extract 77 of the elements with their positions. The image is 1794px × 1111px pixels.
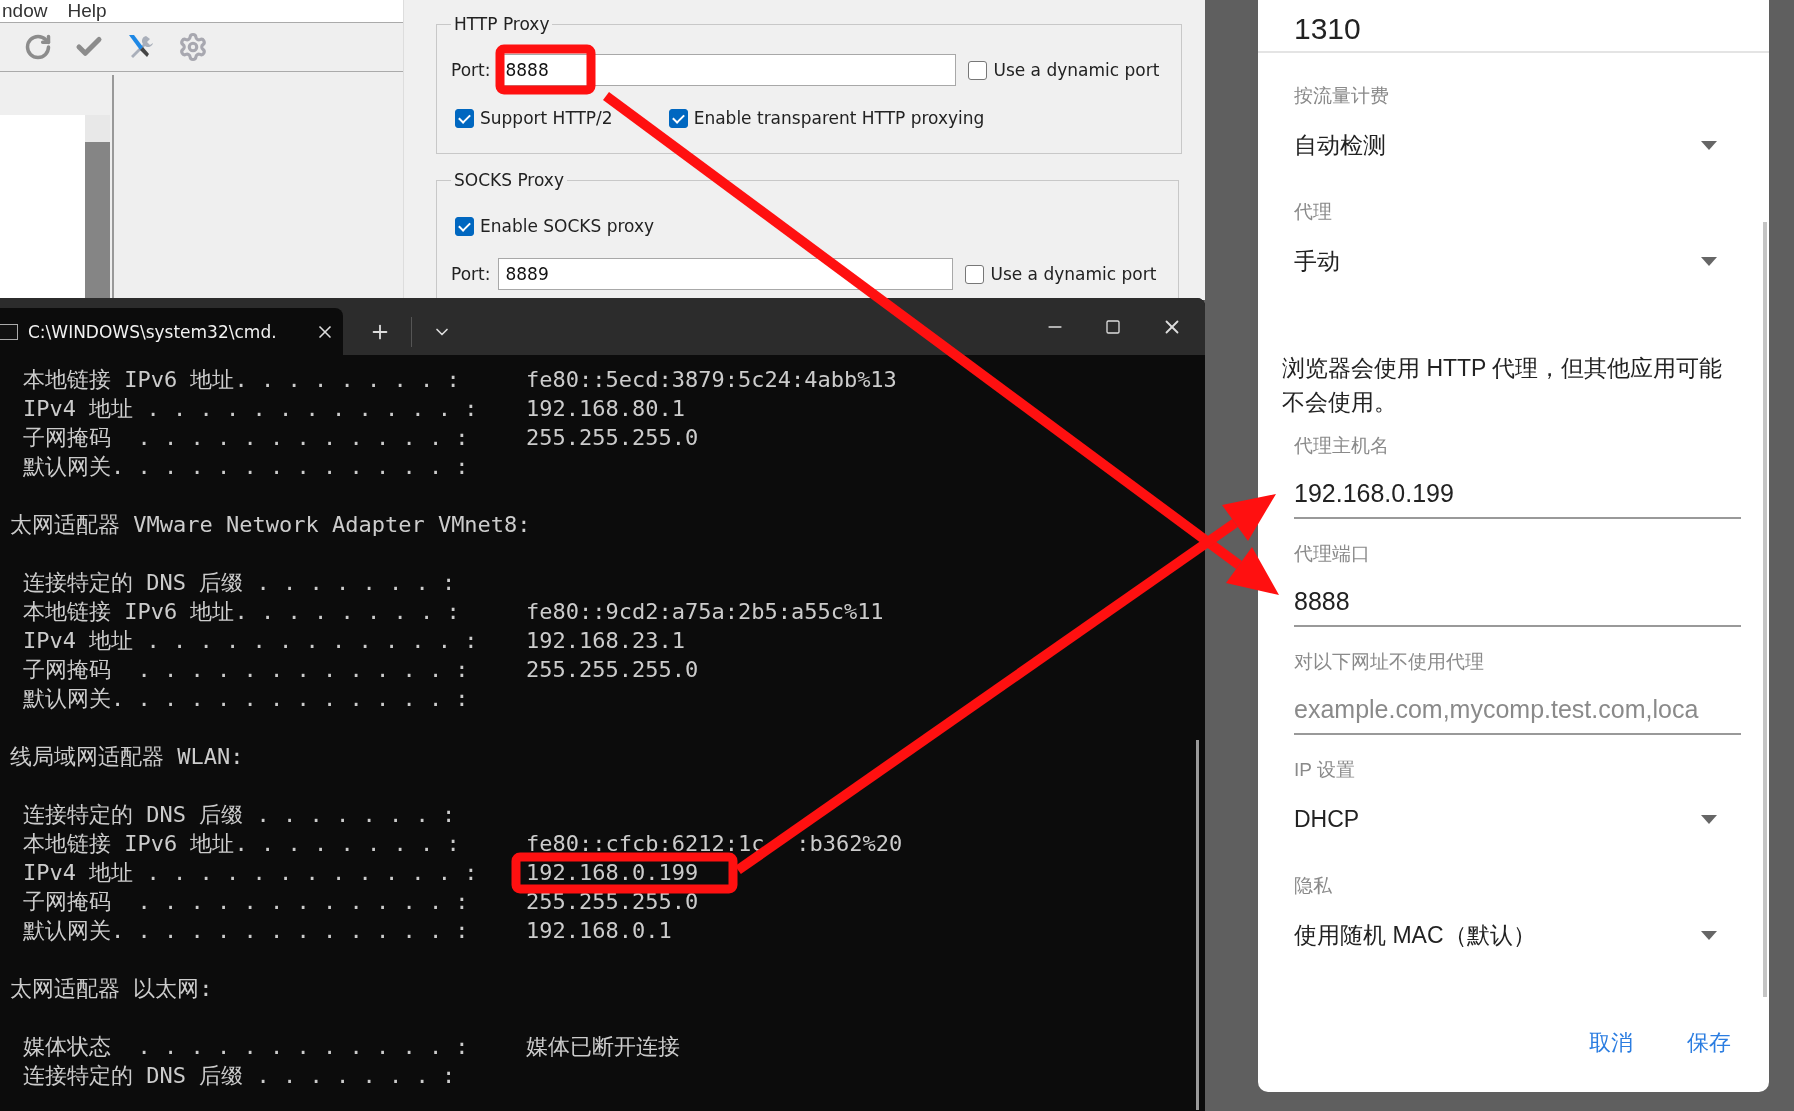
terminal-heading: 太网适配器 以太网: [9, 974, 213, 1003]
terminal-value: fe80::cfcb:6212:1c [526, 831, 765, 856]
terminal-tab[interactable]: C:\WINDOWS\system32\cmd. [0, 308, 343, 355]
dropdown[interactable]: 手动 [1294, 225, 1741, 297]
dialog-button[interactable]: 取消 [1585, 1024, 1637, 1062]
scrollbar[interactable] [1196, 740, 1199, 1110]
terminal-text: 本地链接 IPv6 地址. . . . . . . . : [22, 365, 461, 394]
terminal-text: 连接特定的 DNS 后缀 . . . . . . . : [22, 568, 457, 597]
port-field[interactable]: 8889 [498, 258, 954, 290]
terminal-text: 默认网关. . . . . . . . . . . . . : [22, 916, 470, 945]
caret-icon [1701, 930, 1717, 940]
field-label: Port: [451, 60, 491, 80]
terminal-heading: 太网适配器 VMware Network Adapter VMnet8: [9, 510, 531, 539]
checkbox[interactable] [968, 60, 988, 80]
caret-icon [1701, 814, 1717, 824]
tab-title: C:\WINDOWS\system32\cmd. [28, 321, 278, 342]
checkbox-label[interactable]: Use a dynamic port [968, 60, 1160, 80]
terminal-text: IPv4 地址 . . . . . . . . . . . . : [22, 626, 479, 655]
caret-icon [1701, 256, 1717, 266]
checkbox[interactable] [455, 108, 474, 128]
checkbox-label[interactable]: Use a dynamic port [965, 264, 1157, 284]
terminal-text: IPv4 地址 . . . . . . . . . . . . : [22, 858, 479, 887]
dropdown[interactable]: 自动检测 [1294, 109, 1741, 181]
input-field[interactable]: 8888 [1294, 577, 1741, 627]
checkbox[interactable] [965, 264, 985, 284]
terminal-text: 默认网关. . . . . . . . . . . . . : [22, 684, 470, 713]
checkbox-label[interactable]: Support HTTP/2 [455, 108, 613, 128]
group-title: HTTP Proxy [453, 14, 551, 34]
terminal-value: fe80::9cd2:a75a:2b5:a55c%11 [526, 599, 884, 624]
refresh-icon[interactable] [24, 33, 52, 61]
terminal-value: 媒体已断开连接 [526, 1032, 680, 1061]
terminal-text: 本地链接 IPv6 地址. . . . . . . . : [22, 597, 461, 626]
input-field[interactable]: 192.168.0.199 [1294, 469, 1741, 519]
terminal-heading: 线局域网适配器 WLAN: [9, 742, 244, 771]
field-label: 代理主机名 [1294, 434, 1390, 458]
terminal-text: 子网掩码 . . . . . . . . . . . . : [22, 423, 470, 452]
checkbox-label[interactable]: Enable SOCKS proxy [455, 216, 655, 236]
terminal-text: 默认网关. . . . . . . . . . . . . : [22, 452, 470, 481]
terminal-value: :b362%20 [796, 831, 903, 856]
note-text: 浏览器会使用 HTTP 代理，但其他应用可能不会使用。 [1282, 354, 1724, 417]
terminal-value: 255.255.255.0 [526, 425, 699, 450]
terminal-text: 媒体状态 . . . . . . . . . . . . : [22, 1032, 470, 1061]
field-label: 隐私 [1294, 874, 1333, 898]
input-field[interactable]: example.com,mycomp.test.com,loca [1294, 685, 1741, 735]
group-title: SOCKS Proxy [453, 170, 565, 190]
terminal-text: 连接特定的 DNS 后缀 . . . . . . . : [22, 800, 457, 829]
terminal-text: 本地链接 IPv6 地址. . . . . . . . : [22, 829, 461, 858]
value-text: 1310 [1294, 10, 1361, 46]
checkbox[interactable] [455, 216, 474, 236]
terminal-text: 连接特定的 DNS 后缀 . . . . . . . : [22, 1061, 457, 1090]
terminal-value: 255.255.255.0 [526, 657, 699, 682]
scrollbar[interactable] [1763, 222, 1767, 997]
terminal-value: 255.255.255.0 [526, 889, 699, 914]
terminal-text: 子网掩码 . . . . . . . . . . . . : [22, 655, 470, 684]
menu-item[interactable]: Help [67, 0, 107, 22]
field-label: IP 设置 [1294, 758, 1356, 782]
caret-icon [1701, 140, 1717, 150]
dropdown[interactable]: DHCP [1294, 783, 1741, 855]
scrollbar[interactable] [85, 115, 110, 300]
field-label: 代理端口 [1294, 542, 1371, 566]
terminal-icon [0, 323, 18, 340]
terminal-value: fe80::5ecd:3879:5c24:4abb%13 [526, 367, 897, 392]
field-label: 对以下网址不使用代理 [1294, 650, 1485, 674]
terminal-value: 192.168.23.1 [526, 628, 685, 653]
field-label: 按流量计费 [1294, 84, 1390, 108]
field-label: 代理 [1294, 200, 1333, 224]
checkbox[interactable] [668, 108, 688, 128]
dialog-button[interactable]: 保存 [1683, 1024, 1735, 1062]
field-label: Port: [451, 264, 491, 284]
dropdown[interactable]: 使用随机 MAC（默认） [1294, 899, 1741, 971]
menu-item[interactable]: ndow [2, 0, 48, 22]
terminal-value: 192.168.0.1 [526, 918, 672, 943]
terminal-text: IPv4 地址 . . . . . . . . . . . . : [22, 394, 479, 423]
checkbox-label[interactable]: Enable transparent HTTP proxying [668, 108, 985, 128]
terminal-value: 192.168.80.1 [526, 396, 685, 421]
terminal-value: 192.168.0.199 [526, 860, 699, 885]
terminal-text: 子网掩码 . . . . . . . . . . . . : [22, 887, 470, 916]
